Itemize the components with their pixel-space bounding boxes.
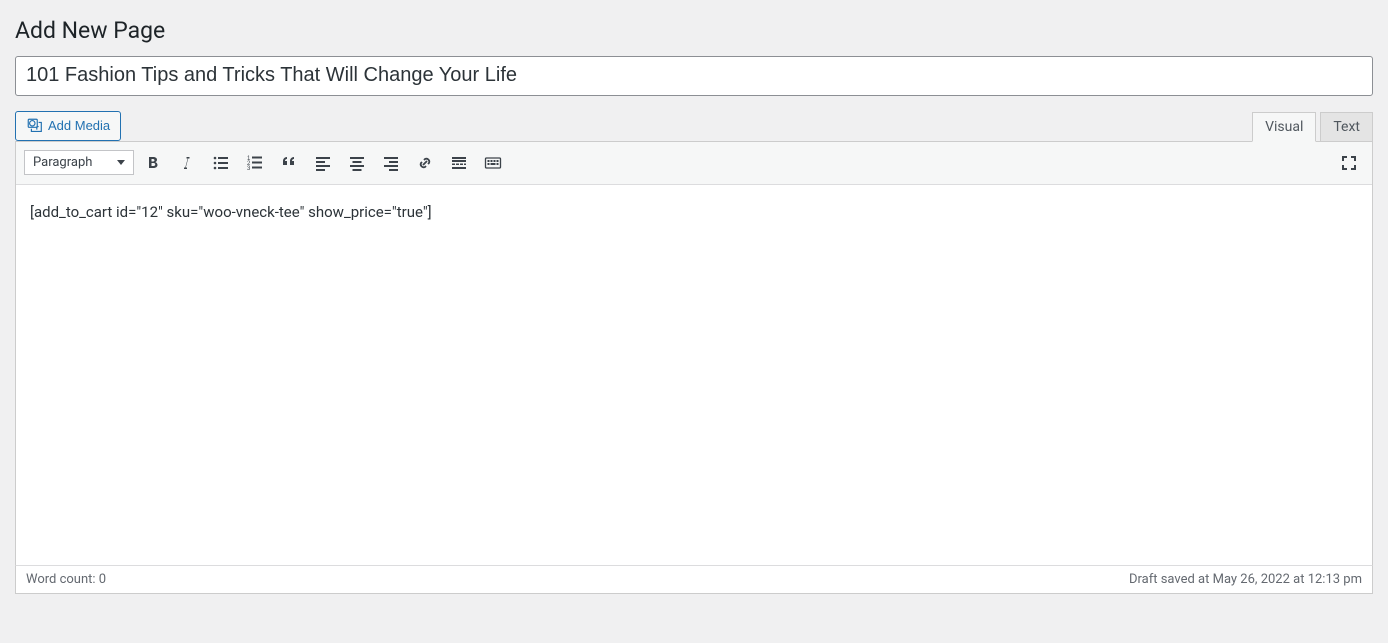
blockquote-button[interactable] [274,148,304,178]
quote-icon [279,153,299,173]
read-more-button[interactable] [444,148,474,178]
fullscreen-icon [1339,153,1359,173]
align-right-icon [381,153,401,173]
bullet-list-button[interactable] [206,148,236,178]
tab-visual[interactable]: Visual [1252,112,1316,142]
tab-text[interactable]: Text [1320,112,1373,142]
align-center-icon [347,153,367,173]
camera-music-icon [26,117,44,135]
align-left-icon [313,153,333,173]
format-dropdown[interactable]: Paragraph [24,150,134,175]
italic-button[interactable] [172,148,202,178]
link-button[interactable] [410,148,440,178]
numbered-list-icon: 123 [245,153,265,173]
add-media-button[interactable]: Add Media [15,111,121,141]
link-icon [415,153,435,173]
align-right-button[interactable] [376,148,406,178]
draft-saved-label: Draft saved at May 26, 2022 at 12:13 pm [1129,572,1362,587]
editor-content-area[interactable]: [add_to_cart id="12" sku="woo-vneck-tee"… [16,185,1372,565]
read-more-icon [449,153,469,173]
bold-icon [143,153,163,173]
numbered-list-button[interactable]: 123 [240,148,270,178]
chevron-down-icon [117,160,125,165]
editor-status-bar: Word count: 0 Draft saved at May 26, 202… [15,565,1373,594]
keyboard-icon [483,153,503,173]
svg-text:3: 3 [247,166,251,172]
align-center-button[interactable] [342,148,372,178]
bold-button[interactable] [138,148,168,178]
bullet-list-icon [211,153,231,173]
editor-panel: Paragraph 123 [15,141,1373,566]
italic-icon [177,153,197,173]
add-media-label: Add Media [48,118,110,133]
editor-text: [add_to_cart id="12" sku="woo-vneck-tee"… [30,203,432,221]
toolbar-toggle-button[interactable] [478,148,508,178]
editor-toolbar: Paragraph 123 [16,142,1372,185]
format-selected-label: Paragraph [33,155,92,170]
page-title-input[interactable] [15,56,1373,96]
word-count-label: Word count: 0 [26,572,106,587]
page-title: Add New Page [15,10,1373,56]
align-left-button[interactable] [308,148,338,178]
fullscreen-button[interactable] [1334,148,1364,178]
